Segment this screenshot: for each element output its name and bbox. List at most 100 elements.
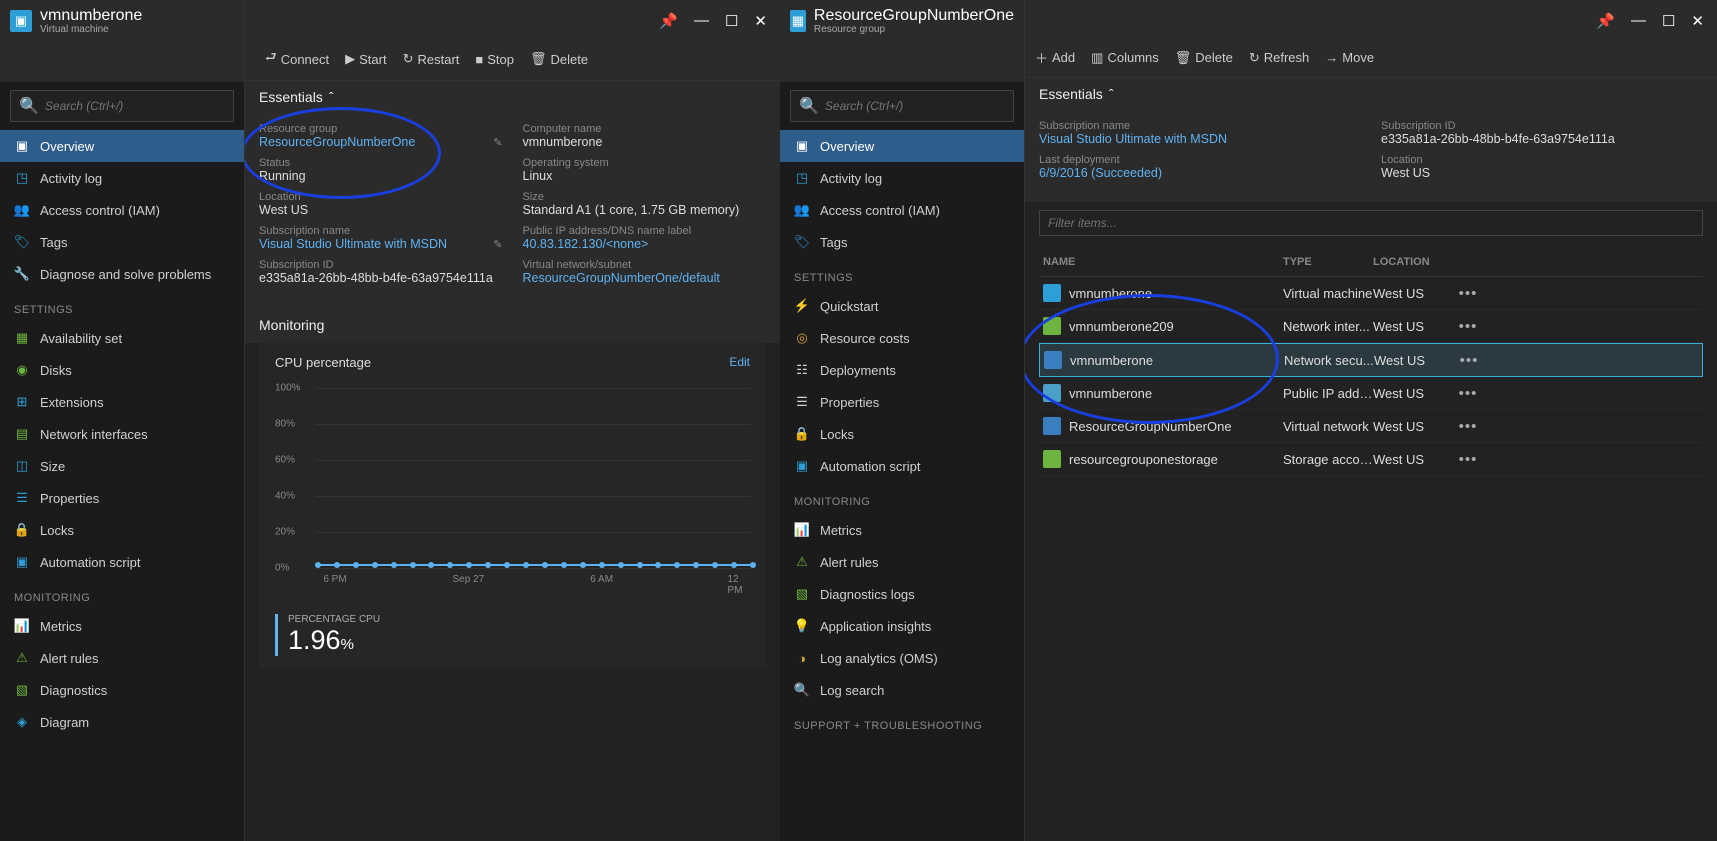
delete-button[interactable]: 🗑Delete [1175, 50, 1233, 66]
add-button[interactable]: ＋Add [1035, 48, 1075, 67]
resource-location: West US [1373, 286, 1453, 301]
table-row[interactable]: vmnumberoneVirtual machineWest US••• [1039, 277, 1703, 310]
section-support-label: SUPPORT + TROUBLESHOOTING [780, 706, 1024, 738]
nav-access-control[interactable]: 👥Access control (IAM) [780, 194, 1024, 226]
left-search-input[interactable] [45, 99, 225, 113]
left-search[interactable]: 🔍 [10, 90, 234, 122]
filter-input[interactable] [1039, 210, 1703, 236]
more-icon[interactable]: ••• [1453, 385, 1483, 402]
close-icon[interactable]: ✕ [751, 12, 770, 30]
delete-button[interactable]: 🗑Delete [530, 51, 588, 67]
plus-icon: ＋ [1035, 48, 1048, 67]
nav-tags[interactable]: 🏷Tags [780, 226, 1024, 258]
right-search-input[interactable] [825, 99, 1005, 113]
resource-icon [1043, 384, 1061, 402]
resource-location: West US [1374, 353, 1454, 368]
nav-locks[interactable]: 🔒Locks [780, 418, 1024, 450]
nav-automation-script[interactable]: ▣Automation script [0, 546, 244, 578]
more-icon[interactable]: ••• [1453, 418, 1483, 435]
chart-edit-link[interactable]: Edit [729, 355, 750, 369]
close-icon[interactable]: ✕ [1688, 12, 1707, 30]
nav-properties[interactable]: ☰Properties [780, 386, 1024, 418]
nav-overview[interactable]: ▣Overview [0, 130, 244, 162]
edit-icon[interactable]: ✎ [493, 238, 502, 251]
essentials-header[interactable]: Essentials ˆ [1025, 78, 1717, 110]
nav-disks[interactable]: ◉Disks [0, 354, 244, 386]
nav-diagnostics-logs[interactable]: ▧Diagnostics logs [780, 578, 1024, 610]
nav-metrics[interactable]: 📊Metrics [780, 514, 1024, 546]
nav-access-control[interactable]: 👥Access control (IAM) [0, 194, 244, 226]
nav-resource-costs[interactable]: ◎Resource costs [780, 322, 1024, 354]
nav-alert-rules[interactable]: ⚠Alert rules [0, 642, 244, 674]
nav-diagnostics[interactable]: ▧Diagnostics [0, 674, 244, 706]
essentials-header[interactable]: Essentials ˆ [245, 81, 780, 113]
cpu-chart[interactable]: Edit CPU percentage 100%80%60%40%20%0%6 … [259, 343, 766, 668]
tag-icon: 🏷 [794, 234, 810, 250]
script-icon: ▣ [14, 554, 30, 570]
nav-availability-set[interactable]: ▦Availability set [0, 322, 244, 354]
pin-icon[interactable]: 📌 [656, 12, 681, 30]
section-monitoring-label: MONITORING [0, 578, 244, 610]
pin-icon[interactable]: 📌 [1593, 12, 1618, 30]
vnet-link[interactable]: ResourceGroupNumberOne/default [523, 271, 767, 285]
chart-area: 100%80%60%40%20%0%6 PMSep 276 AM12 PM [275, 388, 750, 588]
nav-quickstart[interactable]: ⚡Quickstart [780, 290, 1024, 322]
start-button[interactable]: ▶Start [345, 51, 386, 67]
nav-overview[interactable]: ▣Overview [780, 130, 1024, 162]
refresh-button[interactable]: ↻Refresh [1249, 50, 1309, 66]
restart-icon: ↻ [403, 51, 414, 67]
nav-app-insights[interactable]: 💡Application insights [780, 610, 1024, 642]
nav-diagram[interactable]: ◈Diagram [0, 706, 244, 738]
nav-diagnose[interactable]: 🔧Diagnose and solve problems [0, 258, 244, 290]
wrench-icon: 🔧 [14, 266, 30, 282]
nav-log-search[interactable]: 🔍Log search [780, 674, 1024, 706]
nav-network-interfaces[interactable]: ▤Network interfaces [0, 418, 244, 450]
nav-extensions[interactable]: ⊞Extensions [0, 386, 244, 418]
deployment-link[interactable]: 6/9/2016 (Succeeded) [1039, 166, 1361, 180]
more-icon[interactable]: ••• [1454, 352, 1484, 369]
nav-alert-rules[interactable]: ⚠Alert rules [780, 546, 1024, 578]
minimize-icon[interactable]: — [1628, 12, 1649, 30]
right-subtitle: Resource group [814, 24, 1014, 35]
restart-button[interactable]: ↻Restart [403, 51, 460, 67]
left-subtitle: Virtual machine [40, 24, 234, 35]
move-button[interactable]: →Move [1325, 50, 1374, 65]
nav-activity-log[interactable]: ◳Activity log [0, 162, 244, 194]
nav-activity-log[interactable]: ◳Activity log [780, 162, 1024, 194]
nav-locks[interactable]: 🔒Locks [0, 514, 244, 546]
table-row[interactable]: ResourceGroupNumberOneVirtual networkWes… [1039, 410, 1703, 443]
more-icon[interactable]: ••• [1453, 285, 1483, 302]
nav-size[interactable]: ◫Size [0, 450, 244, 482]
filter-box[interactable] [1039, 210, 1703, 236]
chart-icon: 📊 [14, 618, 30, 634]
maximize-icon[interactable]: ☐ [722, 12, 741, 30]
nav-tags[interactable]: 🏷Tags [0, 226, 244, 258]
nav-log-analytics[interactable]: ◑Log analytics (OMS) [780, 642, 1024, 674]
subscription-link[interactable]: Visual Studio Ultimate with MSDN [259, 237, 503, 251]
nav-properties[interactable]: ☰Properties [0, 482, 244, 514]
right-title: ResourceGroupNumberOne [814, 7, 1014, 25]
vm-icon: ▣ [10, 10, 32, 32]
more-icon[interactable]: ••• [1453, 451, 1483, 468]
left-title: vmnumberone [40, 7, 234, 25]
ip-link[interactable]: 40.83.182.130/<none> [523, 237, 767, 251]
nav-metrics[interactable]: 📊Metrics [0, 610, 244, 642]
rg-link[interactable]: ResourceGroupNumberOne [259, 135, 503, 149]
table-row[interactable]: vmnumberoneNetwork secu...West US••• [1039, 343, 1703, 377]
table-row[interactable]: vmnumberone209Network inter...West US••• [1039, 310, 1703, 343]
right-search[interactable]: 🔍 [790, 90, 1014, 122]
columns-button[interactable]: ▥Columns [1091, 50, 1159, 66]
maximize-icon[interactable]: ☐ [1659, 12, 1678, 30]
subscription-link[interactable]: Visual Studio Ultimate with MSDN [1039, 132, 1361, 146]
nav-automation-script[interactable]: ▣Automation script [780, 450, 1024, 482]
table-header: NAME TYPE LOCATION [1039, 246, 1703, 277]
stop-button[interactable]: ■Stop [475, 52, 514, 67]
edit-icon[interactable]: ✎ [493, 136, 502, 149]
resource-location: West US [1373, 319, 1453, 334]
minimize-icon[interactable]: — [691, 12, 712, 30]
table-row[interactable]: resourcegrouponestorageStorage accou...W… [1039, 443, 1703, 476]
nav-deployments[interactable]: ☷Deployments [780, 354, 1024, 386]
connect-button[interactable]: ⮐Connect [265, 48, 329, 70]
table-row[interactable]: vmnumberonePublic IP addr...West US••• [1039, 377, 1703, 410]
more-icon[interactable]: ••• [1453, 318, 1483, 335]
